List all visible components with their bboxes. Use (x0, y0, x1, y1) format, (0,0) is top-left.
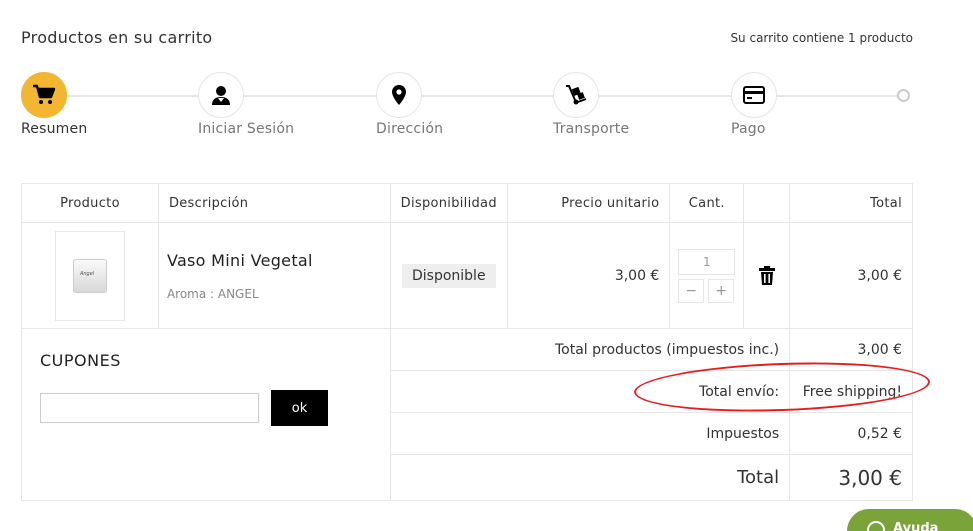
credit-card-icon (731, 72, 777, 118)
quantity-stepper: 1 − + (678, 248, 736, 303)
shipping-value: Free shipping! (789, 370, 913, 413)
cart-table: Producto Descripción Disponibilidad Prec… (21, 183, 913, 501)
step-direccion[interactable]: Dirección (376, 72, 516, 137)
header-actions (743, 183, 791, 223)
coupons-title: CUPONES (40, 351, 121, 370)
products-total-label: Total productos (impuestos inc.) (389, 328, 791, 371)
step-end-dot (897, 89, 910, 102)
help-label: Ayuda (893, 521, 939, 531)
grand-total-label: Total (389, 454, 791, 501)
candle-label: Angel (79, 270, 95, 277)
header-cantidad: Cant. (669, 183, 745, 223)
map-pin-icon (376, 72, 422, 118)
hand-truck-icon (553, 72, 599, 118)
summary-products-row: CUPONES ok Total productos (impuestos in… (21, 328, 913, 501)
candle-image: Angel (72, 258, 107, 293)
table-header-row: Producto Descripción Disponibilidad Prec… (21, 183, 913, 223)
quantity-input[interactable]: 1 (678, 248, 736, 275)
coupon-input[interactable] (40, 393, 259, 423)
user-icon (198, 72, 244, 118)
step-label: Resumen (21, 121, 88, 137)
step-iniciar-sesion[interactable]: Iniciar Sesión (198, 72, 338, 137)
coupons-section: CUPONES ok (21, 328, 391, 501)
product-total: 3,00 € (789, 222, 913, 329)
step-label: Transporte (553, 121, 630, 137)
grand-total-value: 3,00 € (789, 454, 913, 501)
availability-badge: Disponible (401, 263, 496, 288)
trash-icon[interactable] (744, 266, 789, 285)
step-pago[interactable]: Pago (731, 72, 871, 137)
help-icon (867, 521, 885, 531)
tax-value: 0,52 € (789, 412, 913, 455)
unit-price: 3,00 € (506, 222, 671, 329)
quantity-cell: 1 − + (669, 222, 745, 329)
step-resumen[interactable]: Resumen (21, 72, 161, 137)
product-attribute: Aroma : ANGEL (166, 286, 259, 301)
product-image-cell: Angel (21, 222, 159, 329)
products-total-value: 3,00 € (789, 328, 913, 371)
availability-cell: Disponible (389, 222, 508, 329)
shipping-label: Total envío: (389, 370, 791, 413)
header-precio-unitario: Precio unitario (506, 183, 671, 223)
table-row: Angel Vaso Mini Vegetal Aroma : ANGEL Di… (21, 222, 913, 329)
product-description-cell: Vaso Mini Vegetal Aroma : ANGEL (157, 222, 391, 329)
coupon-ok-button[interactable]: ok (271, 390, 328, 426)
header-total: Total (789, 183, 913, 223)
page-title: Productos en su carrito (21, 28, 213, 47)
cart-count: Su carrito contiene 1 producto (730, 31, 913, 45)
cart-icon (21, 72, 67, 118)
step-label: Pago (731, 121, 766, 137)
step-label: Iniciar Sesión (198, 121, 295, 137)
header-producto: Producto (21, 183, 159, 223)
quantity-plus-button[interactable]: + (708, 278, 735, 303)
step-label: Dirección (376, 121, 444, 137)
header-disponibilidad: Disponibilidad (389, 183, 508, 223)
delete-cell (743, 222, 791, 329)
tax-label: Impuestos (389, 412, 791, 455)
product-thumbnail[interactable]: Angel (54, 230, 125, 321)
quantity-minus-button[interactable]: − (678, 278, 705, 303)
product-name[interactable]: Vaso Mini Vegetal (159, 251, 390, 270)
step-transporte[interactable]: Transporte (553, 72, 693, 137)
header-descripcion: Descripción (157, 183, 391, 223)
help-button[interactable]: Ayuda (847, 509, 973, 531)
